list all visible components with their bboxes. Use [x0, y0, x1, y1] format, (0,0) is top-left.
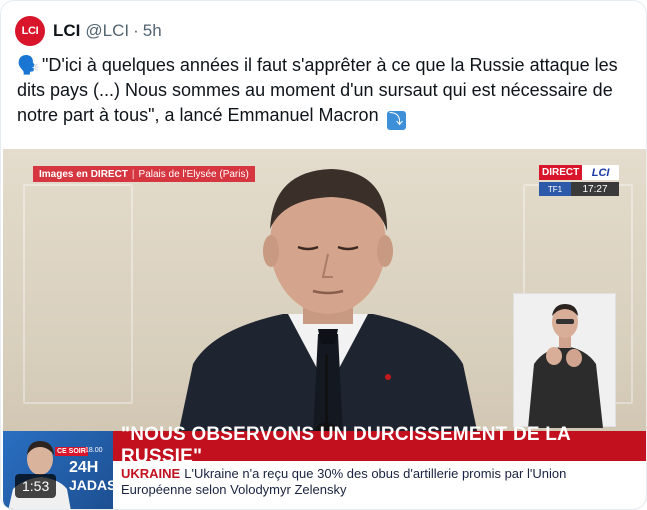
author-handle[interactable]: @LCI: [85, 21, 129, 41]
tweet-timestamp[interactable]: 5h: [143, 21, 162, 41]
promo-24h: 24H: [69, 459, 99, 476]
video-player[interactable]: Images en DIRECT | Palais de l'Elysée (P…: [3, 149, 646, 509]
live-label: Images en DIRECT: [39, 168, 128, 180]
separator-dot: ·: [133, 21, 139, 40]
direct-badge: DIRECT: [539, 165, 583, 180]
author-display-name[interactable]: LCI: [53, 21, 80, 41]
speaker-figure: [173, 169, 483, 459]
promo-name: JADAS: [69, 477, 113, 493]
ticker-text: L'Ukraine n'a reçu que 30% des obus d'ar…: [121, 466, 567, 497]
tweet-header: LCI LCI @LCI · 5h: [15, 15, 162, 47]
live-images-tag: Images en DIRECT | Palais de l'Elysée (P…: [33, 166, 255, 182]
tf1-logo: TF1: [539, 182, 571, 196]
headline-banner: "NOUS OBSERVONS UN DURCISSEMENT DE LA RU…: [113, 424, 646, 467]
sign-language-interpreter: [513, 293, 616, 428]
channel-logo: DIRECT LCI TF1 17:27: [539, 165, 619, 196]
live-tag-separator: |: [131, 168, 135, 180]
tweet-card[interactable]: LCI LCI @LCI · 5h 🗣️ "D'ici à quelques a…: [0, 0, 647, 510]
location-label: Palais de l'Elysée (Paris): [138, 168, 249, 180]
broadcast-clock: 17:27: [571, 182, 619, 196]
speaking-head-icon: 🗣️: [17, 55, 40, 75]
tweet-body: "D'ici à quelques années il faut s'apprê…: [17, 55, 618, 125]
avatar-logo-text: LCI: [21, 25, 39, 37]
arrow-down-icon: ⤵: [386, 111, 406, 130]
promo-tag: CE SOIR: [55, 447, 88, 456]
promo-thumbnail: CE SOIR 18.00 24H JADAS: [3, 431, 113, 509]
news-ticker: UKRAINE L'Ukraine n'a reçu que 30% des ob…: [113, 461, 646, 509]
tweet-text: 🗣️ "D'ici à quelques années il faut s'ap…: [17, 53, 637, 130]
lci-logo: LCI: [582, 165, 619, 180]
promo-time: 18.00: [85, 447, 103, 454]
interpreter-figure: [528, 304, 603, 428]
ticker-tag: UKRAINE: [121, 466, 181, 481]
video-duration-badge: 1:53: [15, 474, 57, 498]
avatar[interactable]: LCI: [15, 16, 45, 46]
